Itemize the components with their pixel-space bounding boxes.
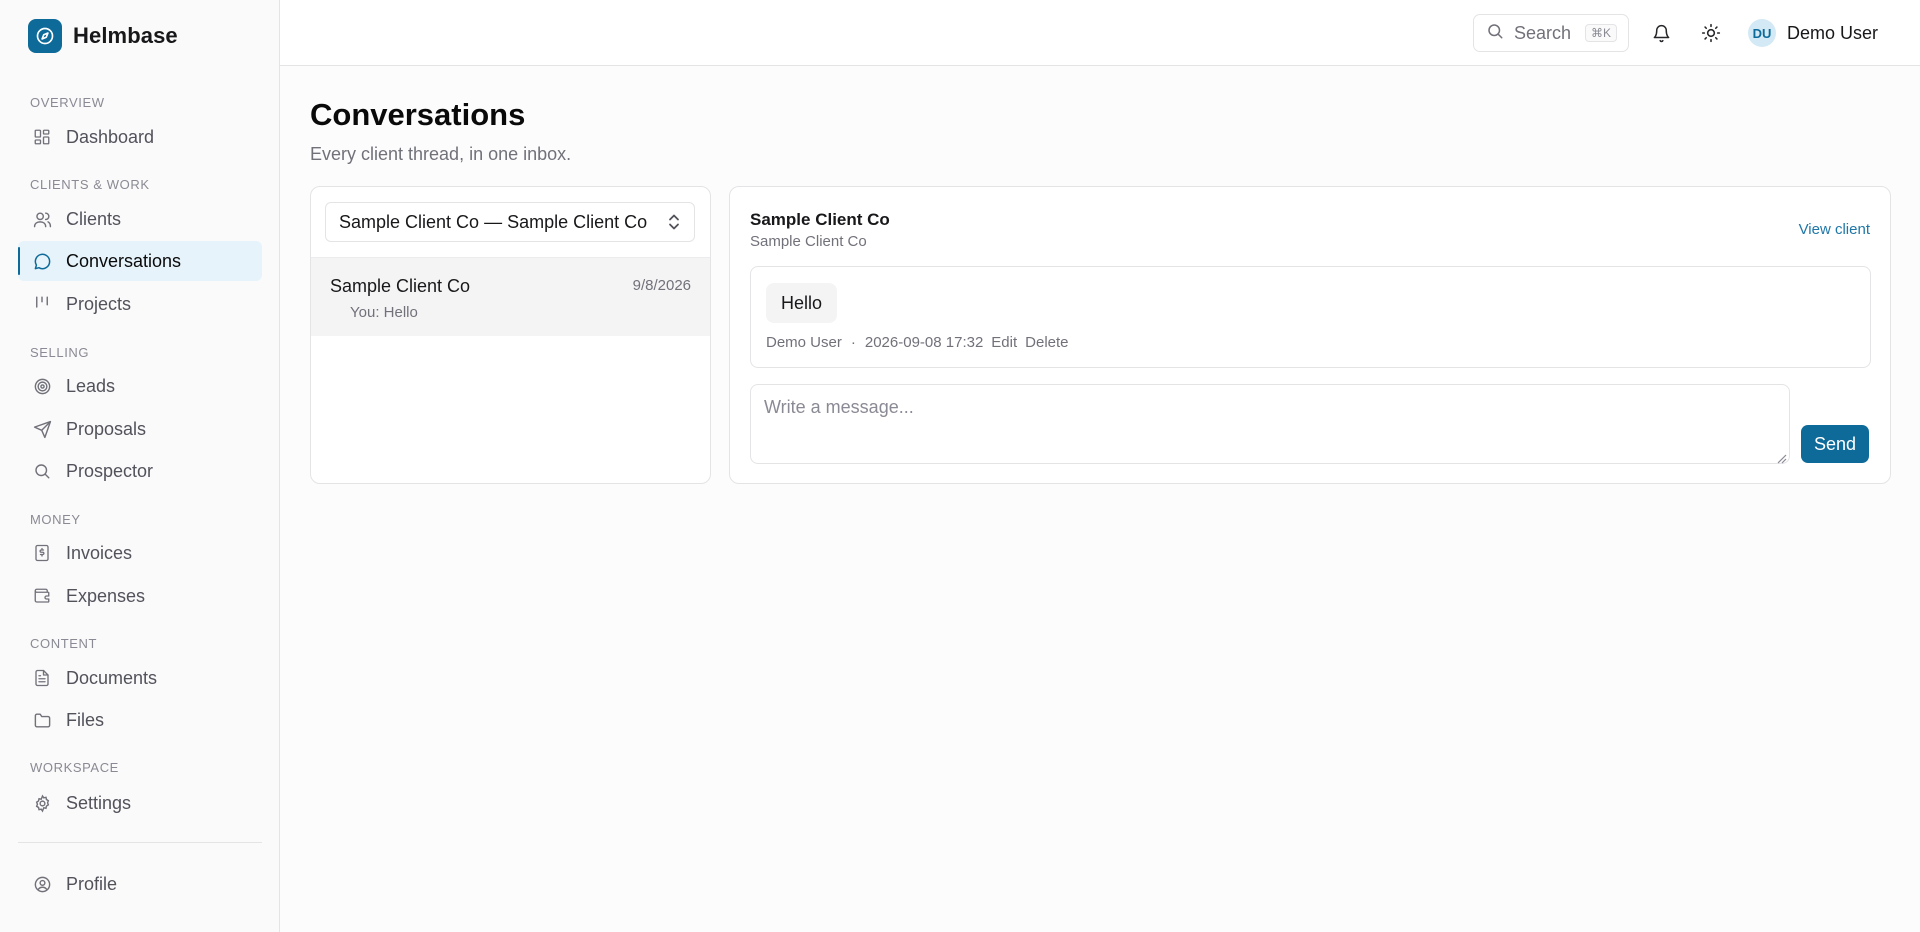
sidebar-item-documents[interactable]: Documents — [18, 658, 262, 698]
sidebar-item-dashboard[interactable]: Dashboard — [18, 117, 262, 157]
conversation-title: Sample Client Co — [750, 210, 890, 229]
search-icon — [32, 461, 52, 481]
user-menu[interactable]: DU Demo User — [1748, 19, 1878, 47]
sidebar-divider — [18, 842, 262, 843]
thread-date: 9/8/2026 — [632, 277, 691, 294]
sidebar-item-leads[interactable]: Leads — [18, 366, 262, 406]
sidebar-item-invoices[interactable]: Invoices — [18, 533, 262, 573]
resize-grip-icon[interactable] — [1777, 451, 1787, 469]
sidebar-item-conversations[interactable]: Conversations — [18, 241, 262, 281]
thread-preview: You: Hello — [350, 304, 418, 321]
meta-separator: · — [850, 334, 856, 351]
brand[interactable]: Helmbase — [28, 19, 178, 53]
top-header: Search ⌘K DU Demo User — [280, 0, 1920, 66]
sidebar-item-label: Expenses — [66, 585, 146, 606]
file-text-icon — [32, 668, 52, 688]
kanban-icon — [32, 294, 52, 314]
message-author: Demo User — [766, 334, 842, 351]
sidebar-item-label: Settings — [66, 792, 132, 813]
view-client-link[interactable]: View client — [1799, 221, 1870, 238]
sidebar-item-label: Dashboard — [66, 126, 155, 147]
chevron-up-down-icon — [666, 213, 682, 236]
sidebar-item-label: Projects — [66, 293, 132, 314]
brand-name: Helmbase — [73, 23, 178, 48]
sidebar-item-label: Invoices — [66, 542, 133, 563]
message-circle-icon — [32, 251, 52, 271]
nav-section-selling: SELLING — [30, 345, 90, 360]
user-circle-icon — [32, 874, 52, 894]
sidebar-item-label: Proposals — [66, 418, 147, 439]
sidebar-item-files[interactable]: Files — [18, 700, 262, 740]
message-input[interactable] — [750, 384, 1790, 464]
sidebar-item-settings[interactable]: Settings — [18, 783, 262, 823]
sidebar-item-proposals[interactable]: Proposals — [18, 409, 262, 449]
sidebar-item-profile[interactable]: Profile — [18, 864, 262, 904]
sidebar-item-label: Clients — [66, 208, 122, 229]
client-select-value: Sample Client Co — Sample Client Co — [339, 211, 648, 232]
search-shortcut-badge: ⌘K — [1585, 24, 1618, 42]
sidebar-item-projects[interactable]: Projects — [18, 284, 262, 324]
nav-section-content: CONTENT — [30, 636, 98, 651]
avatar: DU — [1748, 19, 1776, 47]
message-bubble: Hello — [766, 283, 838, 323]
compass-icon — [28, 19, 62, 53]
sidebar-item-label: Profile — [66, 873, 118, 894]
sidebar-item-label: Leads — [66, 375, 116, 396]
message-list: Hello Demo User · 2026-09-08 17:32 Edit … — [750, 266, 1871, 368]
thread-list-card: Sample Client Co — Sample Client Co Samp… — [310, 186, 711, 484]
users-icon — [32, 209, 52, 229]
folder-icon — [32, 710, 52, 730]
sidebar-item-expenses[interactable]: Expenses — [18, 576, 262, 616]
sun-icon[interactable] — [1700, 22, 1722, 44]
search-label: Search — [1514, 22, 1572, 43]
sidebar: Helmbase OVERVIEW Dashboard CLIENTS & WO… — [0, 0, 280, 932]
user-name: Demo User — [1787, 22, 1879, 43]
sidebar-item-label: Prospector — [66, 460, 154, 481]
target-icon — [32, 376, 52, 396]
sidebar-item-clients[interactable]: Clients — [18, 199, 262, 239]
client-select[interactable]: Sample Client Co — Sample Client Co — [325, 202, 695, 242]
wallet-icon — [32, 586, 52, 606]
search-button[interactable]: Search ⌘K — [1473, 14, 1629, 52]
sidebar-item-prospector[interactable]: Prospector — [18, 451, 262, 491]
send-icon — [32, 419, 52, 439]
nav-section-overview: OVERVIEW — [30, 95, 105, 110]
bell-icon[interactable] — [1650, 22, 1672, 44]
sidebar-item-label: Files — [66, 709, 105, 730]
gear-icon — [32, 793, 52, 813]
receipt-icon — [32, 543, 52, 563]
conversation-subtitle: Sample Client Co — [750, 233, 867, 250]
sidebar-item-label: Documents — [66, 667, 158, 688]
nav-section-clients-work: CLIENTS & WORK — [30, 177, 150, 192]
list-item[interactable]: Sample Client Co 9/8/2026 You: Hello — [311, 258, 710, 336]
message-meta: Demo User · 2026-09-08 17:32 Edit Delete — [766, 334, 1069, 351]
conversation-card: Sample Client Co Sample Client Co View c… — [729, 186, 1891, 484]
nav-section-money: MONEY — [30, 512, 81, 527]
thread-name: Sample Client Co — [330, 276, 471, 296]
delete-message-button[interactable]: Delete — [1025, 334, 1068, 351]
search-icon — [1486, 22, 1504, 45]
send-button[interactable]: Send — [1801, 425, 1869, 463]
dashboard-icon — [32, 127, 52, 147]
edit-message-button[interactable]: Edit — [991, 334, 1017, 351]
sidebar-item-label: Conversations — [66, 250, 182, 271]
nav-section-workspace: WORKSPACE — [30, 760, 119, 775]
page-title: Conversations — [310, 97, 526, 132]
page-subtitle: Every client thread, in one inbox. — [310, 144, 572, 164]
message-timestamp: 2026-09-08 17:32 — [864, 334, 984, 351]
